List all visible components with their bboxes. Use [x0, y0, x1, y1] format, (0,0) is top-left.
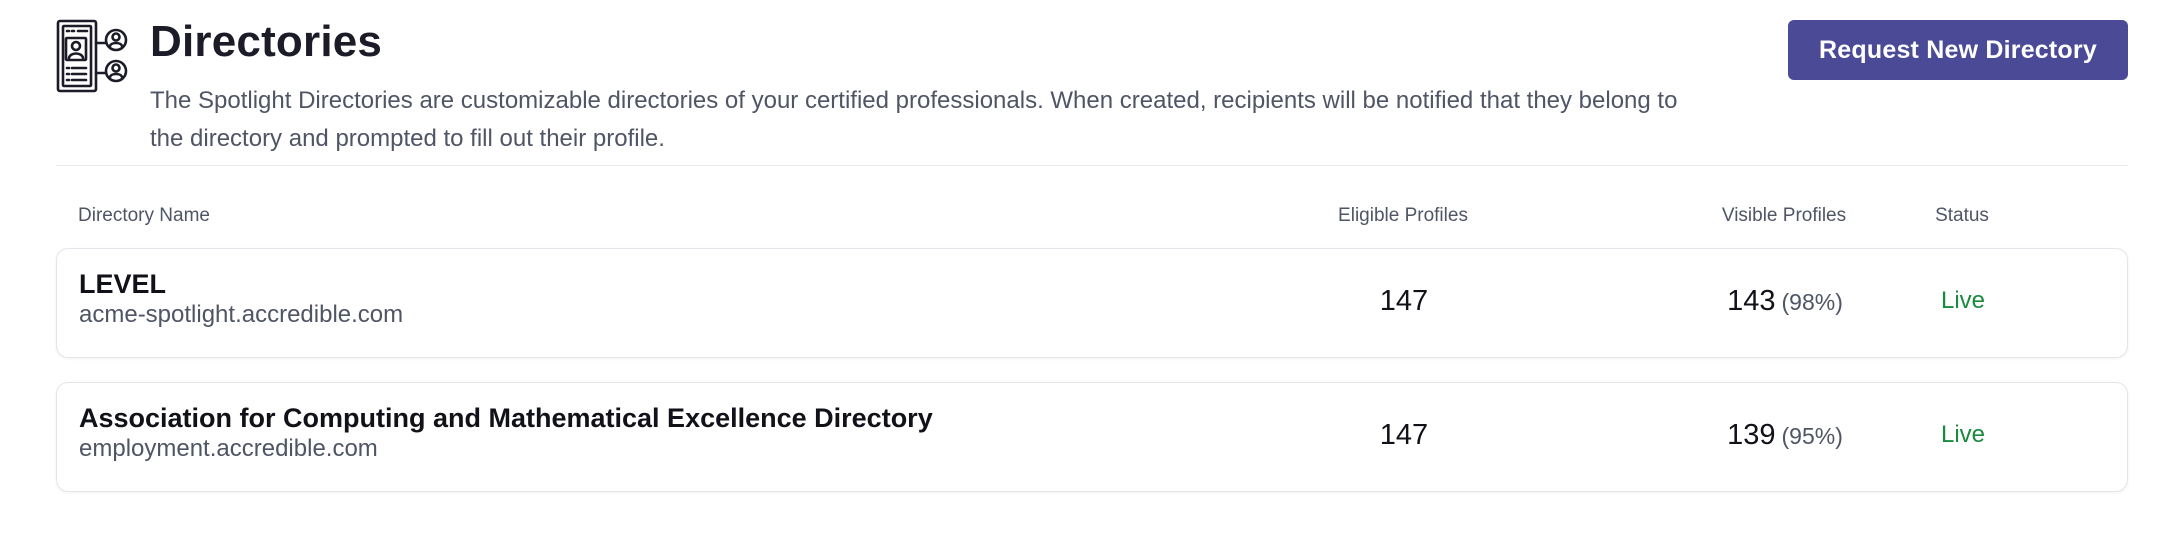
- visible-profiles-count: 139: [1727, 419, 1776, 451]
- status-badge: Live: [1940, 421, 1986, 448]
- column-header-eligible-profiles: Eligible Profiles: [1338, 205, 1468, 226]
- directory-row[interactable]: LEVEL acme-spotlight.accredible.com 147 …: [56, 248, 2128, 358]
- status-badge: Live: [1940, 287, 1986, 314]
- directory-row[interactable]: Association for Computing and Mathematic…: [56, 382, 2128, 492]
- page-header: Directories The Spotlight Directories ar…: [56, 14, 2128, 152]
- page-description: The Spotlight Directories are customizab…: [150, 87, 1678, 152]
- eligible-profiles-count: 147: [1379, 285, 1429, 317]
- visible-profiles: 139 (95%): [1660, 419, 1910, 452]
- header-divider: [56, 165, 2128, 166]
- directory-profiles-icon: [56, 18, 132, 96]
- visible-profiles-count: 143: [1727, 285, 1776, 317]
- visible-profiles-percent: (98%): [1781, 289, 1843, 315]
- column-header-status: Status: [1935, 205, 1989, 226]
- eligible-profiles-count: 147: [1379, 419, 1429, 451]
- directories-page: Directories The Spotlight Directories ar…: [0, 0, 2176, 540]
- page-title: Directories: [150, 17, 383, 66]
- visible-profiles: 143 (98%): [1660, 285, 1910, 318]
- directory-url: employment.accredible.com: [79, 435, 378, 462]
- request-new-directory-button[interactable]: Request New Directory: [1788, 20, 2128, 80]
- directory-name: Association for Computing and Mathematic…: [79, 403, 933, 433]
- table-header: Directory Name Eligible Profiles Visible…: [56, 200, 2128, 232]
- directory-name: LEVEL: [79, 269, 167, 299]
- column-header-directory-name: Directory Name: [78, 205, 210, 226]
- column-header-visible-profiles: Visible Profiles: [1721, 205, 1847, 226]
- directory-url: acme-spotlight.accredible.com: [79, 301, 404, 328]
- visible-profiles-percent: (95%): [1781, 423, 1843, 449]
